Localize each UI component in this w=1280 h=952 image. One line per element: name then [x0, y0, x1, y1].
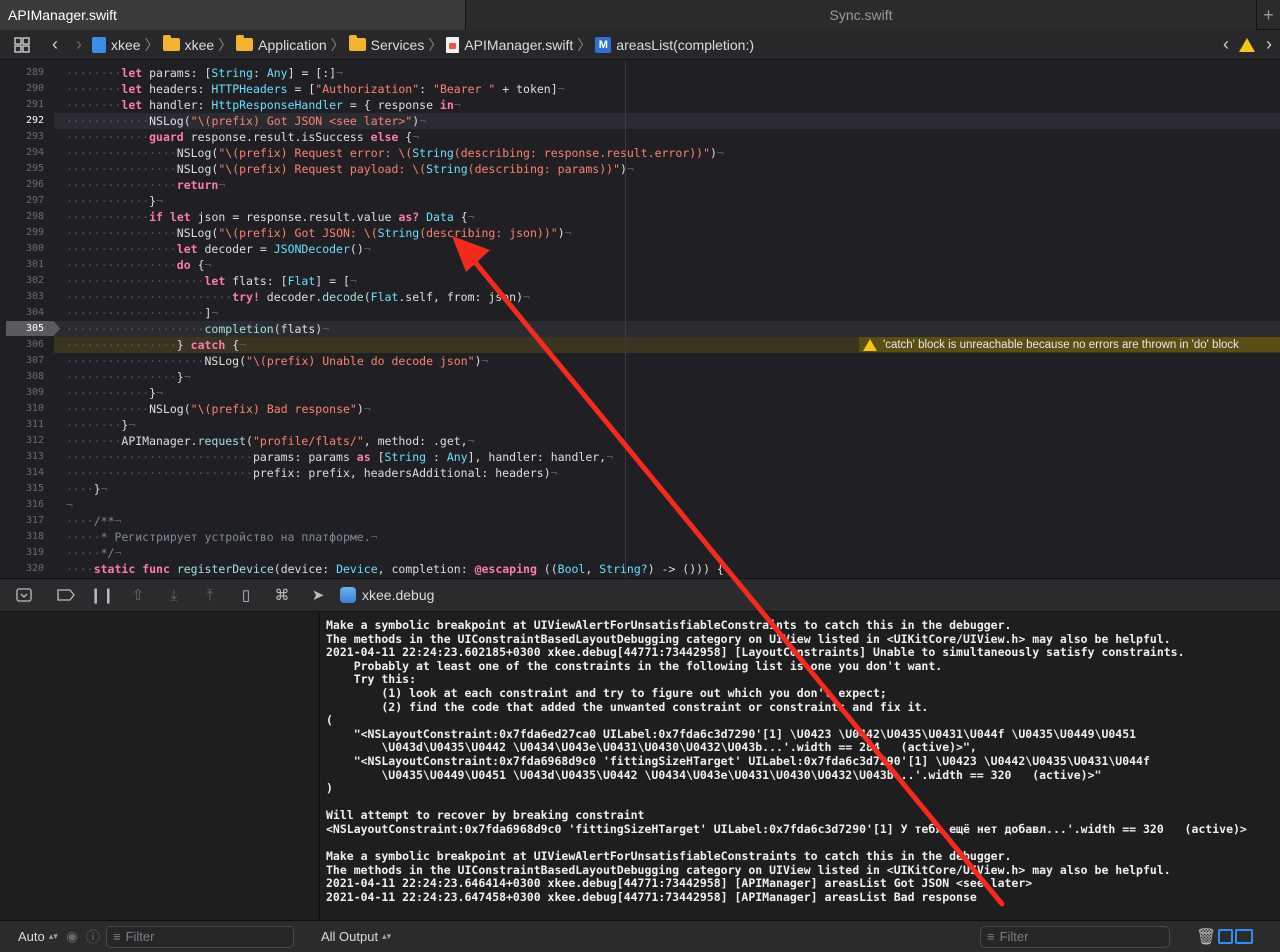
- annotation-arrow: [452, 236, 1005, 907]
